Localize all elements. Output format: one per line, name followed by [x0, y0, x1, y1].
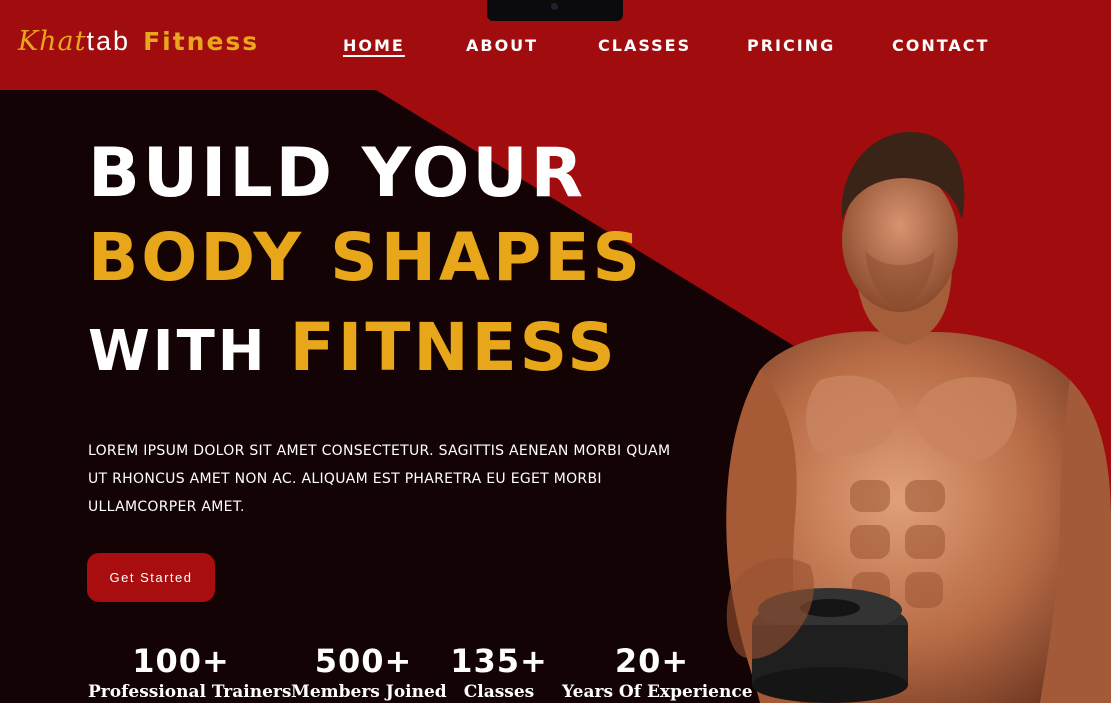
- stat-classes: 135+ Classes: [449, 645, 549, 702]
- nav-link-classes[interactable]: CLASSES: [598, 36, 691, 55]
- brand-logo[interactable]: Khat tab Fitness: [18, 26, 259, 57]
- logo-plain-part: tab: [86, 26, 131, 56]
- nav-link-about[interactable]: ABOUT: [466, 36, 538, 55]
- stat-label: Members Joined: [291, 682, 447, 702]
- logo-script-part: Khat: [18, 26, 87, 57]
- stat-label: Classes: [463, 682, 535, 702]
- logo-fitness-part: Fitness: [143, 27, 260, 56]
- hero-headline-with: WITH: [88, 319, 268, 384]
- stat-label: Years Of Experience: [562, 682, 753, 702]
- camera-dot-icon: [551, 3, 558, 10]
- hero-headline-line2: BODY SHAPES: [88, 219, 644, 296]
- nav-link-pricing[interactable]: PRICING: [747, 36, 835, 55]
- muscular-man-dumbbell-icon: [726, 132, 1111, 703]
- get-started-button[interactable]: Get Started: [87, 553, 215, 602]
- nav-link-contact[interactable]: CONTACT: [892, 36, 989, 55]
- camera-notch: [487, 0, 623, 21]
- hero-headline-line3: WITH FITNESS: [88, 315, 618, 381]
- stat-value: 135+: [450, 642, 548, 680]
- stat-value: 20+: [614, 642, 690, 680]
- hero-description: LOREM IPSUM DOLOR SIT AMET CONSECTETUR. …: [88, 443, 671, 515]
- stat-experience: 20+ Years Of Experience: [562, 642, 753, 702]
- hero-headline-line1: BUILD YOUR: [88, 134, 586, 213]
- stat-label: Professional Trainers: [88, 682, 292, 702]
- stat-value: 100+: [132, 642, 230, 680]
- stat-members: 500+ Members Joined: [291, 642, 447, 702]
- stat-trainers: 100+ Professional Trainers: [88, 642, 292, 702]
- stat-value: 500+: [314, 642, 413, 680]
- nav-link-home[interactable]: HOME: [343, 36, 405, 55]
- hero-headline-fitness: FITNESS: [289, 309, 618, 386]
